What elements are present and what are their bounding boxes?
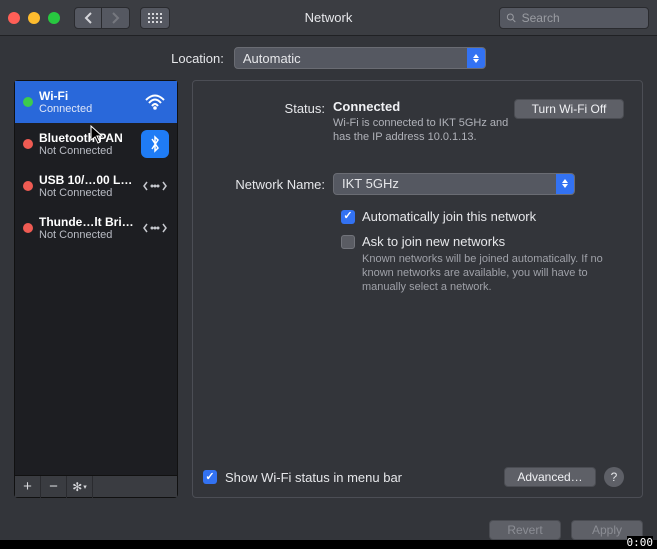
interfaces-sidebar: Wi-Fi Connected Bluetooth PAN Not Connec… bbox=[14, 80, 178, 498]
sidebar-item-text: Thunde…lt Bridge Not Connected bbox=[39, 215, 137, 241]
remove-interface-button[interactable]: − bbox=[41, 476, 67, 498]
ask-join-row: Ask to join new networks Known networks … bbox=[341, 234, 624, 295]
show-menu-checkbox[interactable] bbox=[203, 470, 217, 484]
gear-icon: ✻ bbox=[72, 480, 82, 494]
revert-button[interactable]: Revert bbox=[489, 520, 561, 540]
turn-wifi-off-button[interactable]: Turn Wi-Fi Off bbox=[514, 99, 624, 119]
network-name-row: Network Name: IKT 5GHz bbox=[203, 173, 624, 195]
ask-join-label: Ask to join new networks bbox=[362, 234, 612, 249]
sidebar-item-usb-lan[interactable]: USB 10/…00 LAN Not Connected bbox=[15, 165, 177, 207]
status-dot-icon bbox=[23, 181, 33, 191]
detail-footer: Show Wi-Fi status in menu bar Advanced… … bbox=[203, 459, 624, 487]
sidebar-item-bluetooth-pan[interactable]: Bluetooth PAN Not Connected bbox=[15, 123, 177, 165]
network-prefs-window: Network Location: Automatic Wi-Fi Connec… bbox=[0, 0, 657, 540]
auto-join-row: Automatically join this network bbox=[341, 209, 624, 224]
ask-join-help: Known networks will be joined automatica… bbox=[362, 252, 612, 295]
ethernet-icon bbox=[141, 172, 169, 200]
chevron-down-icon: ▾ bbox=[83, 483, 87, 491]
location-value: Automatic bbox=[243, 51, 301, 66]
sidebar-item-name: Thunde…lt Bridge bbox=[39, 215, 137, 229]
traffic-lights bbox=[8, 12, 60, 24]
close-icon[interactable] bbox=[8, 12, 20, 24]
grid-icon bbox=[148, 13, 162, 23]
network-name-value: IKT 5GHz bbox=[342, 176, 399, 191]
forward-button bbox=[102, 7, 130, 29]
sidebar-item-status: Not Connected bbox=[39, 145, 137, 157]
nav-buttons bbox=[74, 7, 130, 29]
location-select[interactable]: Automatic bbox=[234, 47, 486, 69]
sidebar-item-text: Wi-Fi Connected bbox=[39, 89, 137, 115]
add-interface-button[interactable]: + bbox=[15, 476, 41, 498]
advanced-button[interactable]: Advanced… bbox=[504, 467, 596, 487]
status-subtext: Wi-Fi is connected to IKT 5GHz and has t… bbox=[333, 116, 514, 145]
ethernet-icon bbox=[141, 214, 169, 242]
status-dot-icon bbox=[23, 97, 33, 107]
body: Wi-Fi Connected Bluetooth PAN Not Connec… bbox=[0, 80, 657, 508]
sidebar-item-status: Not Connected bbox=[39, 187, 137, 199]
search-input[interactable] bbox=[522, 11, 642, 25]
search-icon bbox=[506, 12, 517, 24]
ask-join-checkbox[interactable] bbox=[341, 235, 355, 249]
status-value: Connected bbox=[333, 99, 514, 114]
back-button[interactable] bbox=[74, 7, 102, 29]
sidebar-item-text: Bluetooth PAN Not Connected bbox=[39, 131, 137, 157]
chevron-right-icon bbox=[111, 12, 120, 24]
titlebar: Network bbox=[0, 0, 657, 36]
show-menu-label: Show Wi-Fi status in menu bar bbox=[225, 470, 496, 485]
action-menu-button[interactable]: ✻ ▾ bbox=[67, 476, 93, 498]
updown-arrows-icon bbox=[556, 174, 574, 194]
sidebar-item-name: USB 10/…00 LAN bbox=[39, 173, 137, 187]
search-field[interactable] bbox=[499, 7, 649, 29]
sidebar-item-name: Wi-Fi bbox=[39, 89, 137, 103]
zoom-icon[interactable] bbox=[48, 12, 60, 24]
interfaces-list: Wi-Fi Connected Bluetooth PAN Not Connec… bbox=[15, 81, 177, 475]
status-dot-icon bbox=[23, 139, 33, 149]
chevron-left-icon bbox=[84, 12, 93, 24]
sidebar-item-status: Connected bbox=[39, 103, 137, 115]
sidebar-toolbar: + − ✻ ▾ bbox=[15, 475, 177, 497]
status-dot-icon bbox=[23, 223, 33, 233]
network-name-select[interactable]: IKT 5GHz bbox=[333, 173, 575, 195]
status-row: Status: Connected Wi-Fi is connected to … bbox=[203, 99, 624, 145]
minimize-icon[interactable] bbox=[28, 12, 40, 24]
show-all-button[interactable] bbox=[140, 7, 170, 29]
sidebar-item-name: Bluetooth PAN bbox=[39, 131, 137, 145]
bluetooth-icon bbox=[141, 130, 169, 158]
status-label: Status: bbox=[203, 99, 333, 145]
bottom-buttons: Revert Apply bbox=[0, 508, 657, 540]
sidebar-item-text: USB 10/…00 LAN Not Connected bbox=[39, 173, 137, 199]
auto-join-checkbox[interactable] bbox=[341, 210, 355, 224]
sidebar-item-thunderbolt-bridge[interactable]: Thunde…lt Bridge Not Connected bbox=[15, 207, 177, 249]
help-button[interactable]: ? bbox=[604, 467, 624, 487]
network-name-label: Network Name: bbox=[203, 175, 333, 192]
auto-join-label: Automatically join this network bbox=[362, 209, 536, 224]
sidebar-item-wifi[interactable]: Wi-Fi Connected bbox=[15, 81, 177, 123]
detail-panel: Status: Connected Wi-Fi is connected to … bbox=[192, 80, 643, 498]
location-row: Location: Automatic bbox=[0, 36, 657, 80]
timecode: 0:00 bbox=[627, 536, 654, 549]
wifi-icon bbox=[141, 88, 169, 116]
location-label: Location: bbox=[171, 51, 224, 66]
sidebar-item-status: Not Connected bbox=[39, 229, 137, 241]
updown-arrows-icon bbox=[467, 48, 485, 68]
